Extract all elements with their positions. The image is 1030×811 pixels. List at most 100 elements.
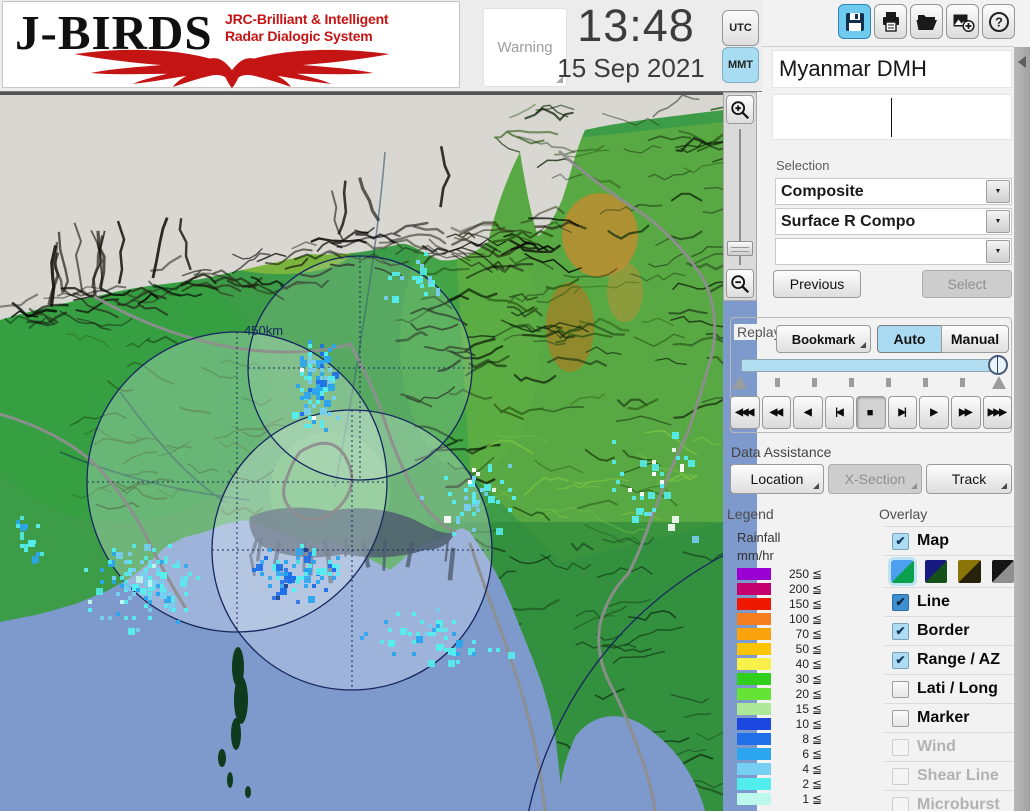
legend-swatch — [737, 597, 771, 610]
step-forward-button[interactable]: ▶| — [887, 396, 918, 429]
map-style-1-selected[interactable] — [891, 560, 914, 583]
zoom-slider-thumb[interactable] — [727, 241, 753, 256]
slider-tick-5 — [923, 378, 928, 387]
legend-value: 200 — [788, 581, 809, 596]
legend-swatch — [737, 777, 771, 790]
slider-range-end-marker[interactable] — [992, 376, 1006, 389]
jump-end-button[interactable]: ▶▶▶ — [982, 396, 1013, 429]
bookmark-button[interactable]: Bookmark — [776, 325, 871, 353]
overlay-item-line[interactable]: ✔ Line — [884, 587, 1014, 616]
previous-button[interactable]: Previous — [773, 270, 861, 298]
location-button[interactable]: Location — [730, 464, 824, 494]
shear-line-checkbox[interactable] — [892, 767, 909, 785]
fast-forward-button[interactable]: ▶▶ — [950, 396, 981, 429]
add-image-button[interactable] — [946, 4, 979, 39]
microburst-checkbox[interactable] — [892, 796, 909, 811]
line-checkbox[interactable]: ✔ — [892, 593, 909, 611]
wind-checkbox[interactable] — [892, 738, 909, 756]
map-checkbox[interactable]: ✔ — [892, 532, 909, 550]
help-button[interactable]: ? — [982, 4, 1015, 39]
chevron-down-icon[interactable]: ▼ — [986, 240, 1010, 263]
legend-suffix: ≦ — [812, 791, 823, 806]
clock-time: 13:48 — [577, 0, 695, 51]
overlay-item-label: Border — [917, 622, 970, 639]
slider-tick-1 — [775, 378, 780, 387]
legend-value: 6 — [802, 746, 809, 761]
map-style-options[interactable] — [884, 555, 1014, 587]
selection-dropdown-3[interactable]: ▼ — [775, 238, 1012, 265]
overlay-item-border[interactable]: ✔ Border — [884, 616, 1014, 645]
app-logo-tagline-2: Radar Dialogic System — [225, 28, 373, 44]
chevron-down-icon[interactable]: ▼ — [986, 210, 1010, 233]
track-button[interactable]: Track — [926, 464, 1012, 494]
legend-row: 4 ≦ — [737, 761, 832, 776]
manual-button[interactable]: Manual — [941, 325, 1009, 353]
print-button[interactable] — [874, 4, 907, 39]
replay-slider-thumb[interactable] — [988, 355, 1008, 375]
overlay-item-lati-long[interactable]: Lati / Long — [884, 674, 1014, 703]
clock-date: 15 Sep 2021 — [557, 53, 705, 83]
magnifier-minus-icon — [731, 274, 750, 293]
zoom-out-button[interactable] — [726, 269, 754, 298]
selection-dropdown-2[interactable]: Surface R Compo ▼ — [775, 208, 1012, 235]
legend-suffix: ≦ — [812, 776, 823, 791]
magnifier-plus-icon — [731, 100, 750, 119]
utc-button[interactable]: UTC — [722, 10, 759, 46]
play-backward-button[interactable]: ◀ — [793, 396, 823, 429]
eagle-logo-icon — [74, 49, 390, 89]
overlay-item-microburst[interactable]: Microburst — [884, 790, 1014, 811]
play-forward-button[interactable]: ▶ — [919, 396, 949, 429]
add-image-icon — [953, 14, 975, 32]
open-folder-button[interactable] — [910, 4, 943, 39]
legend-swatch — [737, 732, 771, 745]
lati-long-checkbox[interactable] — [892, 680, 909, 698]
print-icon — [882, 11, 899, 32]
panel-divider — [762, 46, 1014, 47]
mmt-button[interactable]: MMT — [722, 47, 759, 83]
collapse-arrow-icon[interactable] — [1018, 56, 1026, 68]
marker-checkbox[interactable] — [892, 709, 909, 727]
overlay-item-map[interactable]: ✔ Map — [884, 526, 1014, 555]
stop-button[interactable]: ■ — [856, 396, 886, 429]
overlay-item-wind[interactable]: Wind — [884, 732, 1014, 761]
legend-swatch — [737, 642, 771, 655]
range-label-450km: 450km — [244, 323, 283, 338]
map-style-4[interactable] — [991, 560, 1014, 583]
legend-scale: 250 ≦ 200 ≦ 150 ≦ 100 ≦ 70 ≦ 50 ≦ 40 ≦ 30 ≦ 20 ≦ 15 ≦ 10 ≦ 8 ≦ 6… — [737, 566, 832, 806]
border-checkbox[interactable]: ✔ — [892, 622, 909, 640]
legend-suffix: ≦ — [812, 566, 823, 581]
panel-collapse-strip[interactable] — [1014, 47, 1030, 811]
map-style-2[interactable] — [924, 560, 947, 583]
jump-start-button[interactable]: ◀◀◀ — [730, 396, 760, 429]
legend-row: 6 ≦ — [737, 746, 832, 761]
zoom-in-button[interactable] — [726, 95, 754, 124]
chevron-down-icon[interactable]: ▼ — [986, 180, 1010, 203]
auto-button[interactable]: Auto — [877, 325, 942, 353]
legend-row: 200 ≦ — [737, 581, 832, 596]
info-display[interactable] — [772, 94, 1012, 140]
selection-label: Selection — [776, 158, 830, 173]
step-backward-button[interactable]: |◀ — [824, 396, 855, 429]
legend-row: 150 ≦ — [737, 596, 832, 611]
overlay-item-range-az[interactable]: ✔ Range / AZ — [884, 645, 1014, 674]
slider-range-start-marker[interactable] — [733, 376, 747, 389]
legend-row: 100 ≦ — [737, 611, 832, 626]
map-style-3[interactable] — [958, 560, 981, 583]
overlay-item-shear-line[interactable]: Shear Line — [884, 761, 1014, 790]
overlay-item-marker[interactable]: Marker — [884, 703, 1014, 732]
select-button[interactable]: Select — [922, 270, 1012, 298]
legend-suffix: ≦ — [812, 671, 823, 686]
selection-dropdown-1[interactable]: Composite ▼ — [775, 178, 1012, 205]
save-button[interactable] — [838, 4, 871, 39]
fast-rewind-button[interactable]: ◀◀ — [761, 396, 792, 429]
legend-row: 1 ≦ — [737, 791, 832, 806]
legend-value: 15 — [795, 701, 809, 716]
overlay-item-label: Lati / Long — [917, 680, 998, 697]
replay-slider-track[interactable] — [741, 359, 1001, 372]
legend-value: 2 — [802, 776, 809, 791]
legend-value: 70 — [795, 626, 809, 641]
range-az-checkbox[interactable]: ✔ — [892, 651, 909, 669]
x-section-button[interactable]: X-Section — [828, 464, 922, 494]
legend-swatch — [737, 792, 771, 805]
radar-map[interactable]: 450km — [0, 92, 723, 811]
